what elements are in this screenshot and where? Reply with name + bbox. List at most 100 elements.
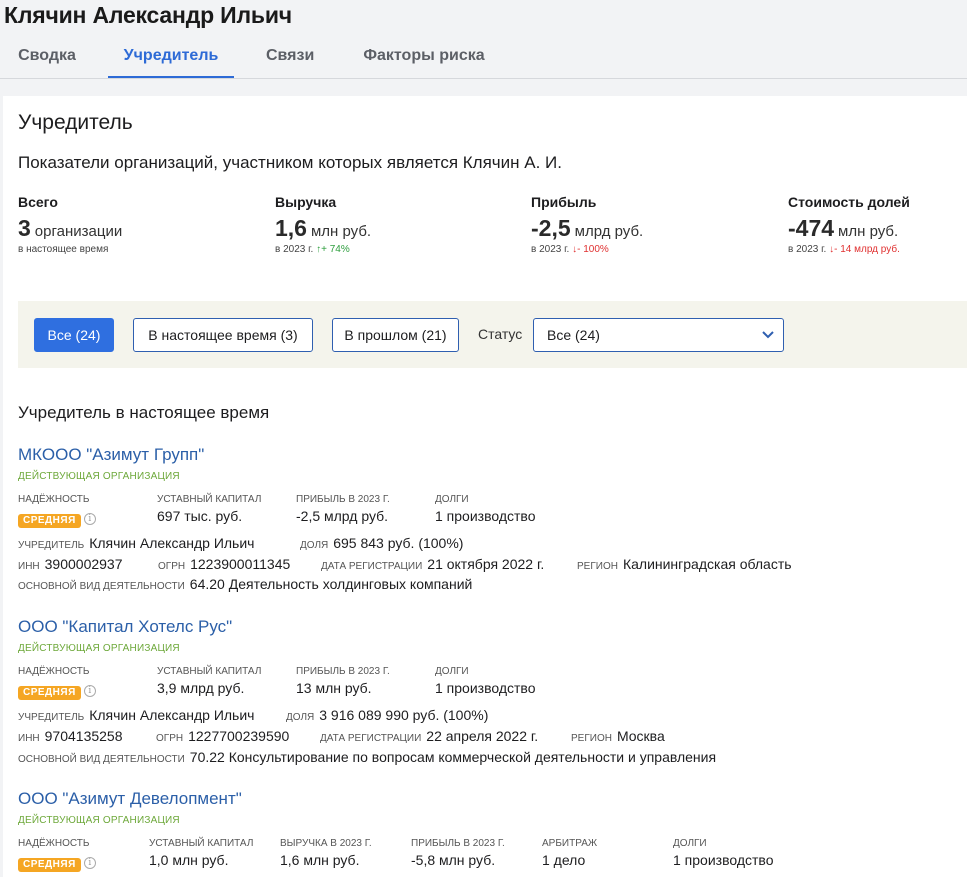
stat-value: 1,6 (275, 215, 307, 241)
info-icon[interactable]: i (83, 684, 96, 697)
reg-date-value: 22 апреля 2022 г. (426, 728, 539, 744)
arbitration-label: АРБИТРАЖ (542, 838, 598, 849)
ogrn-row: ОГРН 1227700239590 (156, 728, 289, 746)
org-name-link[interactable]: ООО "Капитал Хотелс Рус" (18, 617, 232, 637)
person-name: Клячин Александр Ильич (4, 2, 292, 28)
share-value: 695 843 руб. (100%) (333, 535, 464, 551)
region-row: РЕГИОН Москва (571, 728, 665, 746)
tab-connections[interactable]: Связи (266, 38, 314, 78)
tab-risk-factors[interactable]: Факторы риска (362, 38, 486, 78)
ogrn-row: ОГРН 1223900011345 (158, 556, 290, 574)
filter-past-button[interactable]: В прошлом (21) (332, 318, 459, 352)
inn-row: ИНН 9704135258 (18, 728, 123, 746)
ogrn-label: ОГРН (158, 561, 186, 572)
revenue-value: 1,6 млн руб. (280, 852, 360, 868)
stat-change: + 74% (321, 244, 350, 255)
activity-row: ОСНОВНОЙ ВИД ДЕЯТЕЛЬНОСТИ 70.22 Консульти… (18, 749, 716, 767)
share-row: ДОЛЯ 3 916 089 990 руб. (100%) (286, 707, 488, 725)
reg-date-value: 21 октября 2022 г. (427, 556, 545, 572)
debts-value: 1 производство (673, 852, 774, 868)
stat-label: Стоимость долей (788, 194, 910, 210)
tab-summary[interactable]: Сводка (18, 38, 76, 78)
reliability-value: СРЕДНЯЯ i (18, 682, 96, 700)
org-status: ДЕЙСТВУЮЩАЯ ОРГАНИЗАЦИЯ (18, 643, 180, 654)
ogrn-value: 1227700239590 (188, 728, 290, 744)
org-name-link[interactable]: ООО "Азимут Девелопмент" (18, 789, 242, 809)
status-select[interactable]: Все (24) (533, 318, 784, 352)
profit-label: ПРИБЫЛЬ В 2023 Г. (296, 666, 390, 677)
inn-row: ИНН 3900002937 (18, 556, 123, 574)
capital-label: УСТАВНЫЙ КАПИТАЛ (157, 494, 262, 505)
arbitration-value: 1 дело (542, 852, 586, 868)
debts-value: 1 производство (435, 680, 536, 696)
reliability-label: НАДЁЖНОСТЬ (18, 494, 90, 505)
filter-all-button[interactable]: Все (24) (34, 318, 114, 352)
region-value: Калининградская область (622, 556, 792, 572)
profit-label: ПРИБЫЛЬ В 2023 Г. (411, 838, 505, 849)
stat-unit: млн руб. (838, 223, 899, 240)
reliability-label: НАДЁЖНОСТЬ (18, 838, 90, 849)
stat-profit: Прибыль -2,5 млрд руб. в 2023 г. ↓- 100% (531, 194, 643, 255)
stat-change: - 14 млрд руб. (834, 244, 900, 255)
status-label: Статус (478, 326, 523, 342)
stat-note: в 2023 г. (275, 244, 314, 255)
page-title: Учредитель (18, 111, 133, 134)
activity-value: 70.22 Консультирование по вопросам комме… (189, 749, 717, 765)
info-icon[interactable]: i (83, 856, 96, 869)
tab-founder[interactable]: Учредитель (108, 38, 234, 78)
filter-current-button[interactable]: В настоящее время (3) (133, 318, 313, 352)
ogrn-label: ОГРН (156, 733, 184, 744)
capital-label: УСТАВНЫЙ КАПИТАЛ (149, 838, 254, 849)
stat-value: -2,5 (531, 215, 571, 241)
founder-label: УЧРЕДИТЕЛЬ (18, 540, 85, 551)
debts-label: ДОЛГИ (435, 494, 469, 505)
reliability-value: СРЕДНЯЯ i (18, 510, 96, 528)
founder-value: Клячин Александр Ильич (89, 707, 255, 723)
tab-bar: Сводка Учредитель Связи Факторы риска (0, 38, 967, 79)
info-icon[interactable]: i (83, 512, 96, 525)
region-label: РЕГИОН (571, 733, 612, 744)
profit-value: -2,5 млрд руб. (296, 508, 389, 524)
region-label: РЕГИОН (577, 561, 618, 572)
profit-value: -5,8 млн руб. (411, 852, 496, 868)
stat-note: в настоящее время (18, 244, 109, 255)
chevron-down-icon (762, 331, 774, 339)
org-name-link[interactable]: МКООО "Азимут Групп" (18, 445, 204, 465)
org-status: ДЕЙСТВУЮЩАЯ ОРГАНИЗАЦИЯ (18, 471, 180, 482)
debts-value: 1 производство (435, 508, 536, 524)
share-value: 3 916 089 990 руб. (100%) (319, 707, 489, 723)
stat-note: в 2023 г. (788, 244, 827, 255)
capital-value: 3,9 млрд руб. (157, 680, 245, 696)
stat-note: в 2023 г. (531, 244, 570, 255)
region-value: Москва (616, 728, 665, 744)
inn-value: 9704135258 (44, 728, 123, 744)
reg-date-row: ДАТА РЕГИСТРАЦИИ 22 апреля 2022 г. (320, 728, 538, 746)
stat-value: -474 (788, 215, 835, 241)
share-label: ДОЛЯ (300, 540, 329, 551)
reliability-value: СРЕДНЯЯ i (18, 854, 96, 872)
founder-row: УЧРЕДИТЕЛЬ Клячин Александр Ильич (18, 535, 254, 553)
activity-label: ОСНОВНОЙ ВИД ДЕЯТЕЛЬНОСТИ (18, 581, 185, 592)
stat-label: Выручка (275, 194, 337, 210)
activity-value: 64.20 Деятельность холдинговых компаний (189, 576, 473, 592)
stat-total: Всего 3 организации в настоящее время (18, 194, 122, 255)
profit-value: 13 млн руб. (296, 680, 372, 696)
ogrn-value: 1223900011345 (190, 556, 291, 572)
share-label: ДОЛЯ (286, 712, 315, 723)
stat-value: 3 (18, 215, 31, 241)
capital-value: 697 тыс. руб. (157, 508, 243, 524)
stat-unit: млн руб. (310, 223, 372, 240)
inn-label: ИНН (18, 733, 40, 744)
share-row: ДОЛЯ 695 843 руб. (100%) (300, 535, 463, 553)
debts-label: ДОЛГИ (435, 666, 469, 677)
page-subtitle: Показатели организаций, участником котор… (18, 153, 562, 172)
region-row: РЕГИОН Калининградская область (577, 556, 792, 574)
stat-share-value: Стоимость долей -474 млн руб. в 2023 г. ↓… (788, 194, 910, 255)
inn-value: 3900002937 (44, 556, 123, 572)
stat-unit: организации (34, 223, 123, 240)
profit-label: ПРИБЫЛЬ В 2023 Г. (296, 494, 390, 505)
reliability-label: НАДЁЖНОСТЬ (18, 666, 90, 677)
stat-revenue: Выручка 1,6 млн руб. в 2023 г. ↑+ 74% (275, 194, 371, 255)
revenue-label: ВЫРУЧКА В 2023 Г. (280, 838, 372, 849)
reliability-badge: СРЕДНЯЯ (18, 858, 81, 872)
